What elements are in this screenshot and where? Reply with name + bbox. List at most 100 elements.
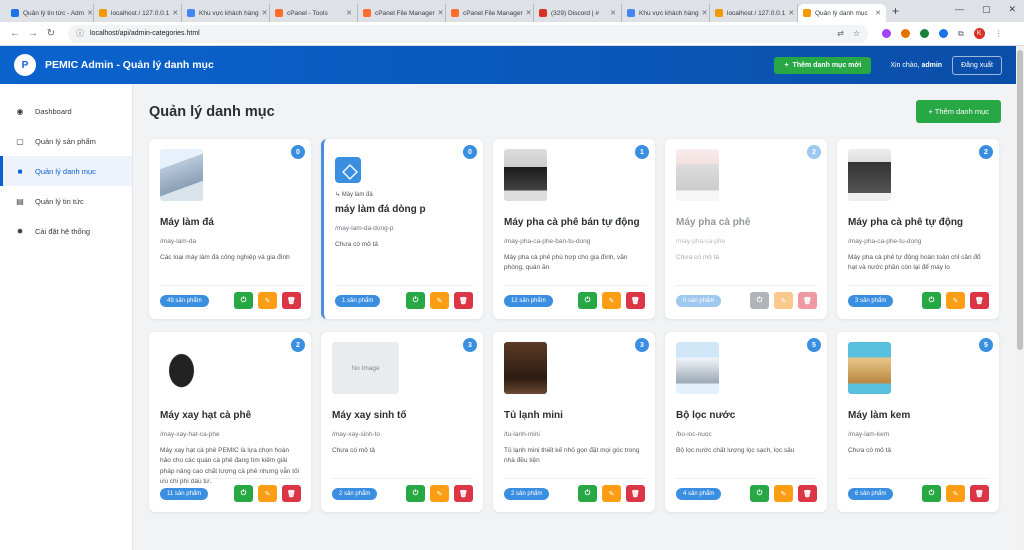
sidebar-item[interactable]: ◉ Dashboard (0, 96, 132, 126)
delete-button[interactable]: 🗑 (798, 292, 817, 309)
tab-close-icon[interactable]: ✕ (435, 9, 444, 17)
tab-close-icon[interactable]: ✕ (607, 9, 616, 17)
edit-button[interactable]: ✎ (774, 485, 793, 502)
category-image (848, 342, 891, 394)
card-footer: 0 sản phẩm ⏻ ✎ 🗑 (676, 285, 817, 309)
delete-button[interactable]: 🗑 (798, 485, 817, 502)
extensions-bar: ⧉ K ⋮ (882, 28, 1003, 39)
category-image (676, 149, 719, 201)
delete-button[interactable]: 🗑 (970, 485, 989, 502)
edit-button[interactable]: ✎ (946, 292, 965, 309)
card-footer: 2 sản phẩm ⏻ ✎ 🗑 (332, 478, 473, 502)
delete-button[interactable]: 🗑 (282, 485, 301, 502)
tab-close-icon[interactable]: ✕ (872, 9, 881, 17)
category-card: 5 Bộ lọc nước/bo-loc-nuoc Bộ lọc nước chất… (665, 332, 827, 512)
toggle-status-button[interactable]: ⏻ (406, 292, 425, 309)
tab-close-icon[interactable]: ✕ (84, 9, 93, 17)
card-actions: ⏻ ✎ 🗑 (750, 292, 817, 309)
category-slug: /may-lam-kem (848, 431, 890, 438)
extension-icon[interactable] (939, 29, 948, 38)
order-badge: 0 (463, 145, 477, 159)
tab-close-icon[interactable]: ✕ (169, 9, 178, 17)
edit-button[interactable]: ✎ (258, 485, 277, 502)
order-badge: 2 (807, 145, 821, 159)
welcome-prefix: Xin chào, (890, 61, 920, 69)
page-scrollbar[interactable] (1016, 46, 1024, 550)
tab-favicon-icon (187, 9, 195, 17)
extension-icon[interactable] (901, 29, 910, 38)
delete-button[interactable]: 🗑 (970, 292, 989, 309)
sidebar-item[interactable]: ▢ Quản lý sản phẩm (0, 126, 132, 156)
edit-button[interactable]: ✎ (602, 292, 621, 309)
toggle-status-button[interactable]: ⏻ (234, 292, 253, 309)
toggle-status-button[interactable]: ⏻ (578, 292, 597, 309)
toggle-status-button[interactable]: ⏻ (922, 485, 941, 502)
toggle-status-button[interactable]: ⏻ (234, 485, 253, 502)
header-add-category-button[interactable]: + Thêm danh mục mới (774, 56, 872, 74)
toggle-status-button[interactable]: ⏻ (578, 485, 597, 502)
add-category-button[interactable]: + Thêm danh mục (916, 100, 1001, 123)
menu-kebab-icon[interactable]: ⋮ (995, 29, 1003, 38)
edit-button[interactable]: ✎ (258, 292, 277, 309)
extension-icon[interactable] (920, 29, 929, 38)
scrollbar-thumb[interactable] (1017, 50, 1023, 350)
delete-button[interactable]: 🗑 (626, 485, 645, 502)
delete-button[interactable]: 🗑 (454, 292, 473, 309)
toggle-status-button[interactable]: ⏻ (922, 292, 941, 309)
browser-tab[interactable]: cPanel File Manager ✕ (358, 4, 446, 22)
edit-button[interactable]: ✎ (946, 485, 965, 502)
forward-icon[interactable]: → (26, 28, 40, 39)
tab-close-icon[interactable]: ✕ (785, 9, 794, 17)
tab-close-icon[interactable]: ✕ (343, 9, 352, 17)
sidebar-item[interactable]: ✹ Cài đặt hệ thống (0, 216, 132, 246)
maximize-icon[interactable]: ▢ (982, 4, 991, 15)
browser-tab[interactable]: Khu vực khách hàng ✕ (182, 4, 270, 22)
category-slug: /may-pha-ca-phe-ban-tu-dong (504, 238, 591, 245)
sidebar-item[interactable]: ■ Quản lý danh mục (0, 156, 132, 186)
browser-tab[interactable]: Quản lý tin tức - Adm ✕ (6, 4, 94, 22)
edit-button[interactable]: ✎ (774, 292, 793, 309)
category-image (504, 342, 547, 394)
back-icon[interactable]: ← (8, 28, 22, 39)
logout-button[interactable]: Đăng xuất (952, 55, 1002, 75)
delete-button[interactable]: 🗑 (454, 485, 473, 502)
site-info-icon[interactable]: ⓘ (76, 28, 84, 39)
parent-category-label: ↳ Máy làm đá (335, 192, 373, 198)
tab-favicon-icon (451, 9, 459, 17)
tab-close-icon[interactable]: ✕ (523, 9, 532, 17)
minimize-icon[interactable]: — (955, 4, 964, 15)
browser-tab[interactable]: Khu vực khách hàng ✕ (622, 4, 710, 22)
edit-button[interactable]: ✎ (602, 485, 621, 502)
profile-avatar[interactable]: K (973, 28, 985, 39)
edit-button[interactable]: ✎ (430, 292, 449, 309)
url-input[interactable]: ⓘ localhost/api/admin-categories.html ⇄ ☆ (68, 24, 868, 43)
browser-tab[interactable]: (329) Discord | # ✕ (534, 4, 622, 22)
close-window-icon[interactable]: ✕ (1008, 4, 1016, 15)
delete-button[interactable]: 🗑 (626, 292, 645, 309)
puzzle-icon[interactable]: ⧉ (958, 29, 964, 39)
toggle-status-button[interactable]: ⏻ (750, 485, 769, 502)
new-tab-button[interactable]: + (892, 4, 899, 18)
sidebar-item[interactable]: ▤ Quản lý tin tức (0, 186, 132, 216)
address-bar-row: ← → ↻ ⓘ localhost/api/admin-categories.h… (0, 22, 1024, 46)
delete-button[interactable]: 🗑 (282, 292, 301, 309)
category-name: Bộ lọc nước (676, 410, 736, 421)
tab-close-icon[interactable]: ✕ (699, 9, 708, 17)
category-description: Các loại máy làm đá công nghiệp và gia đ… (160, 254, 290, 261)
edit-button[interactable]: ✎ (430, 485, 449, 502)
browser-tab[interactable]: cPanel File Manager ✕ (446, 4, 534, 22)
browser-tab[interactable]: Quản lý danh mục ✕ (798, 4, 886, 22)
browser-tab[interactable]: localhost / 127.0.0.1 ✕ (94, 4, 182, 22)
product-count-badge: 4 sản phẩm (676, 487, 722, 500)
tab-close-icon[interactable]: ✕ (259, 9, 268, 17)
toggle-status-button[interactable]: ⏻ (406, 485, 425, 502)
browser-tab[interactable]: localhost / 127.0.0.1 ✕ (710, 4, 798, 22)
extension-icon[interactable] (882, 29, 891, 38)
toggle-status-button[interactable]: ⏻ (750, 292, 769, 309)
browser-tab-strip: Quản lý tin tức - Adm ✕ localhost / 127.0.… (0, 0, 1024, 22)
bookmark-star-icon[interactable]: ☆ (853, 29, 860, 38)
category-description: Tủ lạnh mini thiết kế nhỏ gọn đặt mọi gó… (504, 447, 640, 465)
reload-icon[interactable]: ↻ (44, 28, 58, 39)
translate-icon[interactable]: ⇄ (837, 29, 844, 38)
browser-tab[interactable]: cPanel - Tools ✕ (270, 4, 358, 22)
